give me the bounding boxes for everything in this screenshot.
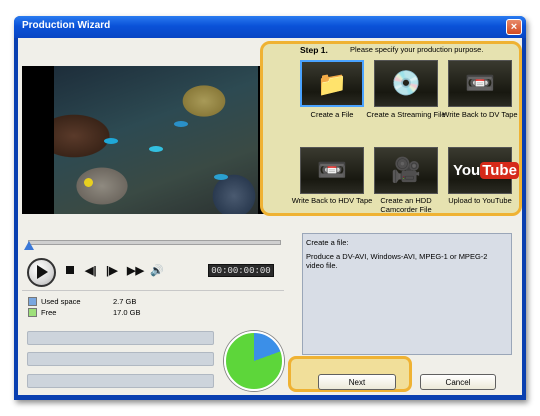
create-streaming-file-label: Create a Streaming File xyxy=(366,110,446,119)
create-streaming-file-option[interactable]: 💿 xyxy=(374,60,438,107)
upload-youtube-option[interactable]: You Tube xyxy=(448,147,519,194)
fast-forward-icon[interactable]: ▶▶ xyxy=(127,264,144,277)
camcorder-icon: 🎥 xyxy=(391,157,421,184)
stop-icon[interactable] xyxy=(66,266,74,274)
volume-icon[interactable]: 🔊 xyxy=(150,264,164,277)
upload-youtube-label: Upload to YouTube xyxy=(448,196,512,205)
streaming-disc-icon: 💿 xyxy=(391,70,421,97)
fish-shape xyxy=(174,121,188,127)
free-space-label: Free xyxy=(41,308,57,317)
fish-shape xyxy=(84,178,93,187)
used-space-value: 2.7 GB xyxy=(113,297,137,306)
divider xyxy=(22,290,284,291)
cancel-button[interactable]: Cancel xyxy=(420,374,496,390)
description-title: Create a file: xyxy=(306,238,349,247)
create-file-option[interactable]: 📁 xyxy=(300,60,364,107)
window-title: Production Wizard xyxy=(22,20,111,31)
write-hdv-tape-option[interactable]: 📼 xyxy=(300,147,364,194)
close-button[interactable]: × xyxy=(506,19,522,35)
free-space-value: 17.0 GB xyxy=(113,308,141,317)
fish-shape xyxy=(104,138,118,144)
write-dv-tape-option[interactable]: 📼 xyxy=(448,60,512,107)
seek-thumb[interactable] xyxy=(24,241,34,250)
description-text: Produce a DV-AVI, Windows-AVI, MPEG-1 or… xyxy=(306,252,488,270)
fish-shape xyxy=(214,174,228,180)
dv-tape-icon: 📼 xyxy=(465,70,495,97)
progress-bar xyxy=(27,331,214,345)
next-frame-icon[interactable]: |▶ xyxy=(106,264,118,277)
youtube-icon: You Tube xyxy=(453,162,519,179)
hdv-tape-icon: 📼 xyxy=(317,157,347,184)
hdd-camcorder-option[interactable]: 🎥 xyxy=(374,147,438,194)
folder-icon: 📁 xyxy=(317,71,347,98)
create-file-label: Create a File xyxy=(310,110,354,119)
free-space-swatch xyxy=(28,308,37,317)
used-space-swatch xyxy=(28,297,37,306)
write-dv-tape-label: Write Back to DV Tape xyxy=(442,110,518,119)
progress-bar xyxy=(27,374,214,388)
progress-bar xyxy=(27,352,214,366)
step-instruction: Please specify your production purpose. xyxy=(350,45,484,54)
fish-shape xyxy=(149,146,163,152)
step-label: Step 1. xyxy=(300,45,328,55)
disk-usage-pie xyxy=(224,331,284,391)
write-hdv-tape-label: Write Back to HDV Tape xyxy=(291,196,373,205)
video-frame-image xyxy=(54,66,258,214)
next-button[interactable]: Next xyxy=(318,374,396,390)
seek-bar[interactable] xyxy=(28,240,281,245)
hdd-camcorder-label: Create an HDD Camcorder File xyxy=(380,196,432,214)
previous-frame-icon[interactable]: ◀| xyxy=(85,264,97,277)
timecode-display: 00:00:00:00 xyxy=(208,264,274,277)
play-icon xyxy=(37,265,48,279)
used-space-label: Used space xyxy=(41,297,81,306)
